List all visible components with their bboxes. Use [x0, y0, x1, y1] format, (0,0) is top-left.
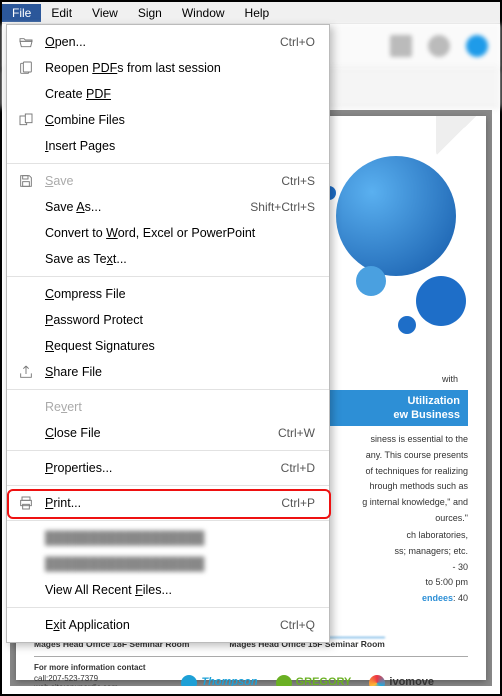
menu-item-1[interactable]: ██████████████████ [7, 525, 329, 551]
menu-separator [7, 450, 329, 451]
account-icon[interactable] [466, 35, 488, 57]
menu-item-share-file[interactable]: Share File [7, 359, 329, 385]
menubar-edit[interactable]: Edit [41, 4, 82, 22]
menu-item-open[interactable]: Open... Ctrl+O [7, 29, 329, 55]
blank-icon [17, 250, 35, 268]
menu-separator [7, 485, 329, 486]
menu-item-combine-files[interactable]: Combine Files [7, 107, 329, 133]
menu-separator [7, 276, 329, 277]
menu-item-label: Reopen PDFs from last session [45, 61, 305, 75]
logo-gregory: GREGORY [276, 675, 352, 686]
menu-item-insert-pages[interactable]: Insert Pages [7, 133, 329, 159]
menu-item-view-all-recent-files[interactable]: View All Recent Files... [7, 577, 329, 603]
menu-item-label: Combine Files [45, 113, 305, 127]
menu-item-create-pdf[interactable]: Create PDF [7, 81, 329, 107]
menu-item-save-as-text[interactable]: Save as Text... [7, 246, 329, 272]
menu-item-label: View All Recent Files... [45, 583, 305, 597]
blank-icon [17, 459, 35, 477]
menu-item-label: Print... [45, 496, 271, 510]
menu-item-label: Insert Pages [45, 139, 305, 153]
logo-thompson: Thompson [181, 675, 257, 686]
blank-icon [17, 555, 35, 573]
blank-icon [17, 285, 35, 303]
menu-item-label: Request Signatures [45, 339, 305, 353]
menu-item-label: Create PDF [45, 87, 305, 101]
menubar-help[interactable]: Help [235, 4, 280, 22]
menu-item-convert-to-word-excel-or-powerpoint[interactable]: Convert to Word, Excel or PowerPoint [7, 220, 329, 246]
menu-item-revert: Revert [7, 394, 329, 420]
folder-open-icon [17, 33, 35, 51]
menu-item-label: Password Protect [45, 313, 305, 327]
share-icon [17, 363, 35, 381]
blank-icon [17, 337, 35, 355]
menubar-view[interactable]: View [82, 4, 128, 22]
menu-item-label: Save as Text... [45, 252, 305, 266]
menu-item-label: Compress File [45, 287, 305, 301]
combine-icon [17, 111, 35, 129]
bell-icon[interactable] [428, 35, 450, 57]
menubar-file[interactable]: File [2, 4, 41, 22]
menu-item-close-file[interactable]: Close File Ctrl+W [7, 420, 329, 446]
menu-item-label: ██████████████████ [45, 557, 305, 571]
menu-item-label: Properties... [45, 461, 271, 475]
blank-icon [17, 85, 35, 103]
reopen-icon [17, 59, 35, 77]
menu-item-label: ██████████████████ [45, 531, 305, 545]
menu-item-request-signatures[interactable]: Request Signatures [7, 333, 329, 359]
menu-item-label: Share File [45, 365, 305, 379]
menu-item-save-as[interactable]: Save As... Shift+Ctrl+S [7, 194, 329, 220]
blank-icon [17, 224, 35, 242]
menu-item-reopen-pdfs-from-last-session[interactable]: Reopen PDFs from last session [7, 55, 329, 81]
menubar: File Edit View Sign Window Help [2, 2, 500, 24]
menu-item-label: Save As... [45, 200, 240, 214]
blank-icon [17, 137, 35, 155]
print-icon [17, 494, 35, 512]
menu-item-save: Save Ctrl+S [7, 168, 329, 194]
page-hero-graphic [306, 116, 476, 346]
menu-item-shortcut: Ctrl+P [281, 496, 315, 510]
menu-item-shortcut: Ctrl+D [281, 461, 315, 475]
menu-item-shortcut: Ctrl+W [278, 426, 315, 440]
menu-item-label: Revert [45, 400, 305, 414]
menu-item-print[interactable]: Print... Ctrl+P [7, 490, 329, 516]
blank-icon [17, 198, 35, 216]
menu-separator [7, 389, 329, 390]
menu-item-exit-application[interactable]: Exit Application Ctrl+Q [7, 612, 329, 638]
menu-item-shortcut: Ctrl+Q [280, 618, 315, 632]
blank-icon [17, 616, 35, 634]
menu-item-password-protect[interactable]: Password Protect [7, 307, 329, 333]
menubar-window[interactable]: Window [172, 4, 235, 22]
blank-icon [17, 581, 35, 599]
banner: Utilizationew Business [308, 390, 468, 427]
menu-item-label: Convert to Word, Excel or PowerPoint [45, 226, 305, 240]
blank-icon [17, 398, 35, 416]
logo-ivomove: ivomove [369, 675, 434, 686]
menu-separator [7, 520, 329, 521]
menubar-sign[interactable]: Sign [128, 4, 172, 22]
save-icon [17, 172, 35, 190]
menu-item-label: Close File [45, 426, 268, 440]
menu-item-compress-file[interactable]: Compress File [7, 281, 329, 307]
menu-item-2[interactable]: ██████████████████ [7, 551, 329, 577]
file-dropdown-menu: Open... Ctrl+O Reopen PDFs from last sessi… [6, 24, 330, 643]
blank-icon [17, 424, 35, 442]
blank-icon [17, 311, 35, 329]
menu-separator [7, 607, 329, 608]
page-footer-row: For more information contact call:207-52… [34, 656, 468, 686]
blank-icon [17, 529, 35, 547]
menu-item-shortcut: Ctrl+S [281, 174, 315, 188]
home-icon[interactable] [390, 35, 412, 57]
menu-item-label: Open... [45, 35, 270, 49]
menu-item-properties[interactable]: Properties... Ctrl+D [7, 455, 329, 481]
menu-separator [7, 163, 329, 164]
menu-item-label: Exit Application [45, 618, 270, 632]
menu-item-shortcut: Shift+Ctrl+S [250, 200, 315, 214]
menu-item-shortcut: Ctrl+O [280, 35, 315, 49]
menu-item-label: Save [45, 174, 271, 188]
